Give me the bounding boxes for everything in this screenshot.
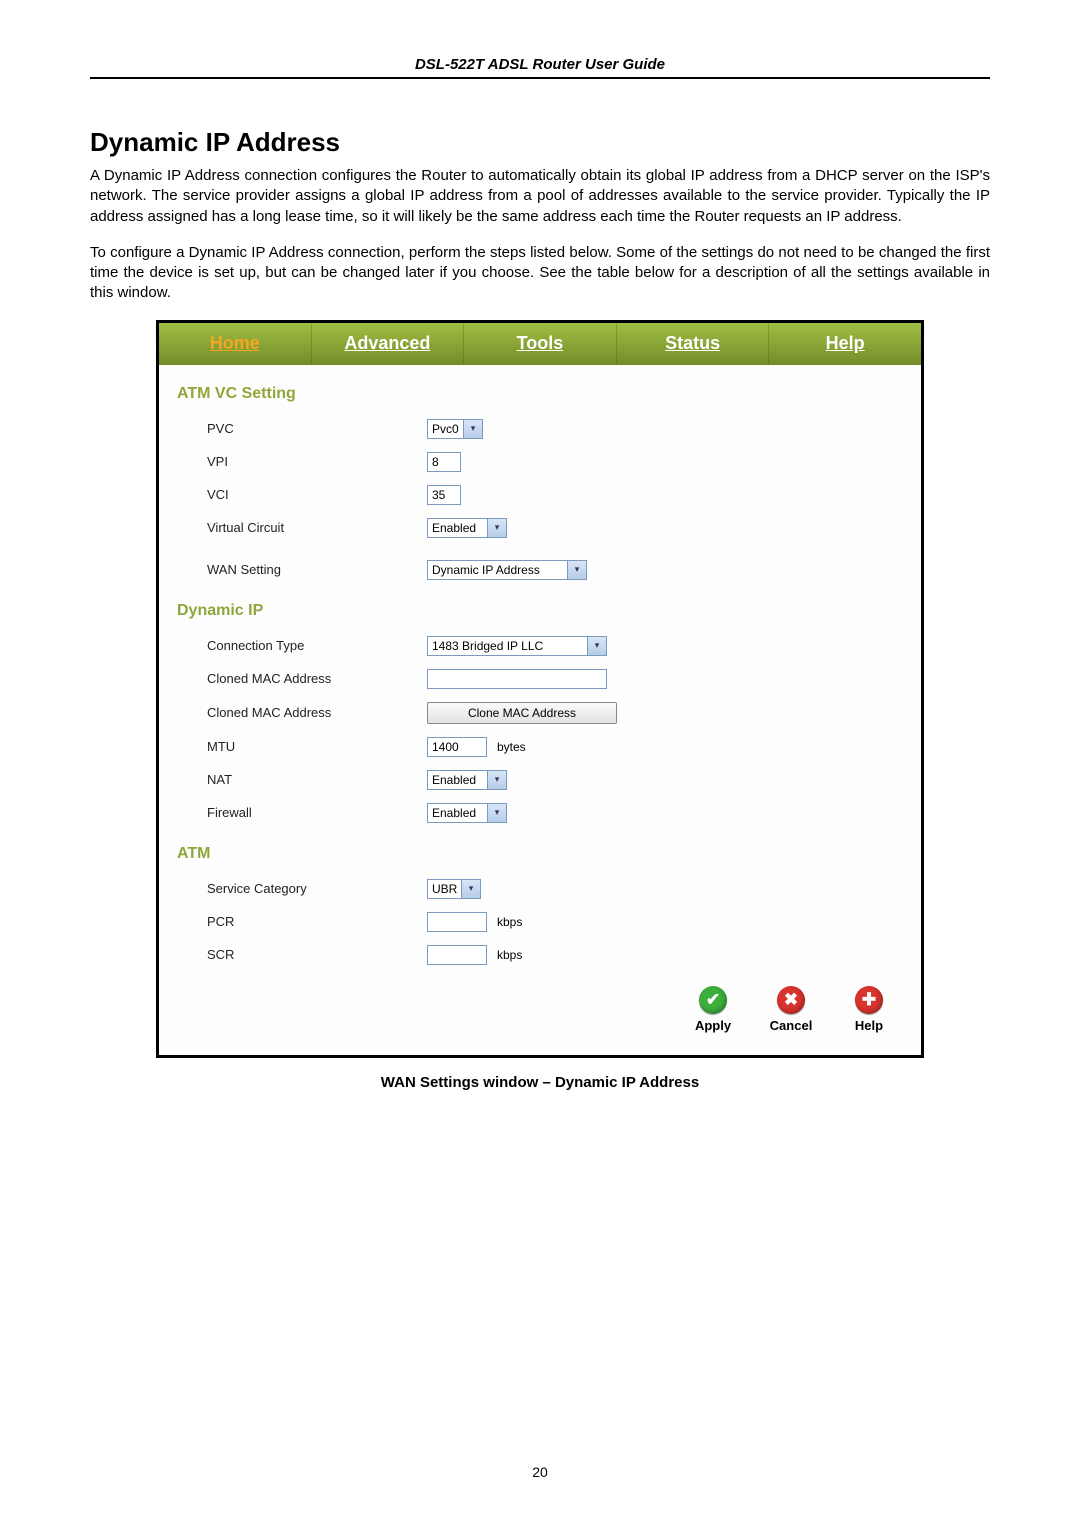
tab-help[interactable]: Help bbox=[769, 323, 921, 365]
apply-label: Apply bbox=[695, 1018, 731, 1033]
row-scr: SCR kbps bbox=[177, 945, 903, 965]
select-connection-type[interactable]: 1483 Bridged IP LLC ▾ bbox=[427, 636, 607, 656]
row-vpi: VPI 8 bbox=[177, 452, 903, 472]
select-firewall-value: Enabled bbox=[432, 806, 476, 820]
label-pvc: PVC bbox=[177, 421, 427, 436]
page-number: 20 bbox=[0, 1464, 1080, 1480]
label-virtual-circuit: Virtual Circuit bbox=[177, 520, 427, 535]
select-firewall[interactable]: Enabled ▾ bbox=[427, 803, 507, 823]
select-nat-value: Enabled bbox=[432, 773, 476, 787]
close-icon: ✖ bbox=[777, 986, 805, 1014]
select-service-category[interactable]: UBR ▾ bbox=[427, 879, 481, 899]
chevron-down-icon: ▾ bbox=[487, 804, 506, 822]
row-clone-mac-btn: Cloned MAC Address Clone MAC Address bbox=[177, 702, 903, 724]
row-firewall: Firewall Enabled ▾ bbox=[177, 803, 903, 823]
label-pcr: PCR bbox=[177, 914, 427, 929]
section-atm-vc-title: ATM VC Setting bbox=[177, 385, 903, 403]
select-connection-type-value: 1483 Bridged IP LLC bbox=[432, 639, 543, 653]
select-pvc-value: Pvc0 bbox=[432, 422, 459, 436]
doc-header: DSL-522T ADSL Router User Guide bbox=[90, 56, 990, 79]
cancel-button[interactable]: ✖ Cancel bbox=[763, 986, 819, 1033]
label-firewall: Firewall bbox=[177, 805, 427, 820]
figure-caption: WAN Settings window – Dynamic IP Address bbox=[90, 1074, 990, 1091]
row-wan-setting: WAN Setting Dynamic IP Address ▾ bbox=[177, 560, 903, 580]
row-pcr: PCR kbps bbox=[177, 912, 903, 932]
input-pcr[interactable] bbox=[427, 912, 487, 932]
select-pvc[interactable]: Pvc0 ▾ bbox=[427, 419, 483, 439]
clone-mac-button[interactable]: Clone MAC Address bbox=[427, 702, 617, 724]
chevron-down-icon: ▾ bbox=[487, 519, 506, 537]
help-label: Help bbox=[855, 1018, 883, 1033]
label-vpi: VPI bbox=[177, 454, 427, 469]
check-icon: ✔ bbox=[699, 986, 727, 1014]
label-nat: NAT bbox=[177, 772, 427, 787]
select-virtual-circuit-value: Enabled bbox=[432, 521, 476, 535]
input-scr[interactable] bbox=[427, 945, 487, 965]
intro-paragraph-2: To configure a Dynamic IP Address connec… bbox=[90, 243, 990, 304]
select-wan-setting-value: Dynamic IP Address bbox=[432, 563, 540, 577]
select-virtual-circuit[interactable]: Enabled ▾ bbox=[427, 518, 507, 538]
chevron-down-icon: ▾ bbox=[587, 637, 606, 655]
tab-advanced[interactable]: Advanced bbox=[312, 323, 465, 365]
label-service-category: Service Category bbox=[177, 881, 427, 896]
label-connection-type: Connection Type bbox=[177, 638, 427, 653]
row-service-category: Service Category UBR ▾ bbox=[177, 879, 903, 899]
row-pvc: PVC Pvc0 ▾ bbox=[177, 419, 903, 439]
router-ui-screenshot: Home Advanced Tools Status Help ATM VC S… bbox=[156, 320, 924, 1058]
unit-pcr: kbps bbox=[497, 915, 522, 929]
unit-scr: kbps bbox=[497, 948, 522, 962]
select-wan-setting[interactable]: Dynamic IP Address ▾ bbox=[427, 560, 587, 580]
input-vpi[interactable]: 8 bbox=[427, 452, 461, 472]
label-scr: SCR bbox=[177, 947, 427, 962]
label-wan-setting: WAN Setting bbox=[177, 562, 427, 577]
help-button[interactable]: ✚ Help bbox=[841, 986, 897, 1033]
tab-tools[interactable]: Tools bbox=[464, 323, 617, 365]
input-vci[interactable]: 35 bbox=[427, 485, 461, 505]
action-row: ✔ Apply ✖ Cancel ✚ Help bbox=[177, 978, 903, 1037]
chevron-down-icon: ▾ bbox=[463, 420, 482, 438]
row-connection-type: Connection Type 1483 Bridged IP LLC ▾ bbox=[177, 636, 903, 656]
row-cloned-mac: Cloned MAC Address bbox=[177, 669, 903, 689]
chevron-down-icon: ▾ bbox=[567, 561, 586, 579]
row-mtu: MTU 1400 bytes bbox=[177, 737, 903, 757]
tab-home[interactable]: Home bbox=[159, 323, 312, 365]
settings-panel: ATM VC Setting PVC Pvc0 ▾ VPI 8 VCI bbox=[159, 365, 921, 1055]
intro-paragraph-1: A Dynamic IP Address connection configur… bbox=[90, 166, 990, 227]
plus-icon: ✚ bbox=[855, 986, 883, 1014]
chevron-down-icon: ▾ bbox=[487, 771, 506, 789]
unit-mtu: bytes bbox=[497, 740, 526, 754]
select-nat[interactable]: Enabled ▾ bbox=[427, 770, 507, 790]
cancel-label: Cancel bbox=[770, 1018, 813, 1033]
chevron-down-icon: ▾ bbox=[461, 880, 480, 898]
row-nat: NAT Enabled ▾ bbox=[177, 770, 903, 790]
label-clone-mac-btn: Cloned MAC Address bbox=[177, 705, 427, 720]
label-vci: VCI bbox=[177, 487, 427, 502]
label-mtu: MTU bbox=[177, 739, 427, 754]
row-vci: VCI 35 bbox=[177, 485, 903, 505]
section-heading: Dynamic IP Address bbox=[90, 127, 990, 158]
tab-status[interactable]: Status bbox=[617, 323, 770, 365]
section-dynamic-ip-title: Dynamic IP bbox=[177, 602, 903, 620]
row-virtual-circuit: Virtual Circuit Enabled ▾ bbox=[177, 518, 903, 538]
input-mtu[interactable]: 1400 bbox=[427, 737, 487, 757]
input-cloned-mac[interactable] bbox=[427, 669, 607, 689]
select-service-category-value: UBR bbox=[432, 882, 457, 896]
apply-button[interactable]: ✔ Apply bbox=[685, 986, 741, 1033]
nav-tabs: Home Advanced Tools Status Help bbox=[159, 323, 921, 365]
section-atm-title: ATM bbox=[177, 845, 903, 863]
label-cloned-mac: Cloned MAC Address bbox=[177, 671, 427, 686]
